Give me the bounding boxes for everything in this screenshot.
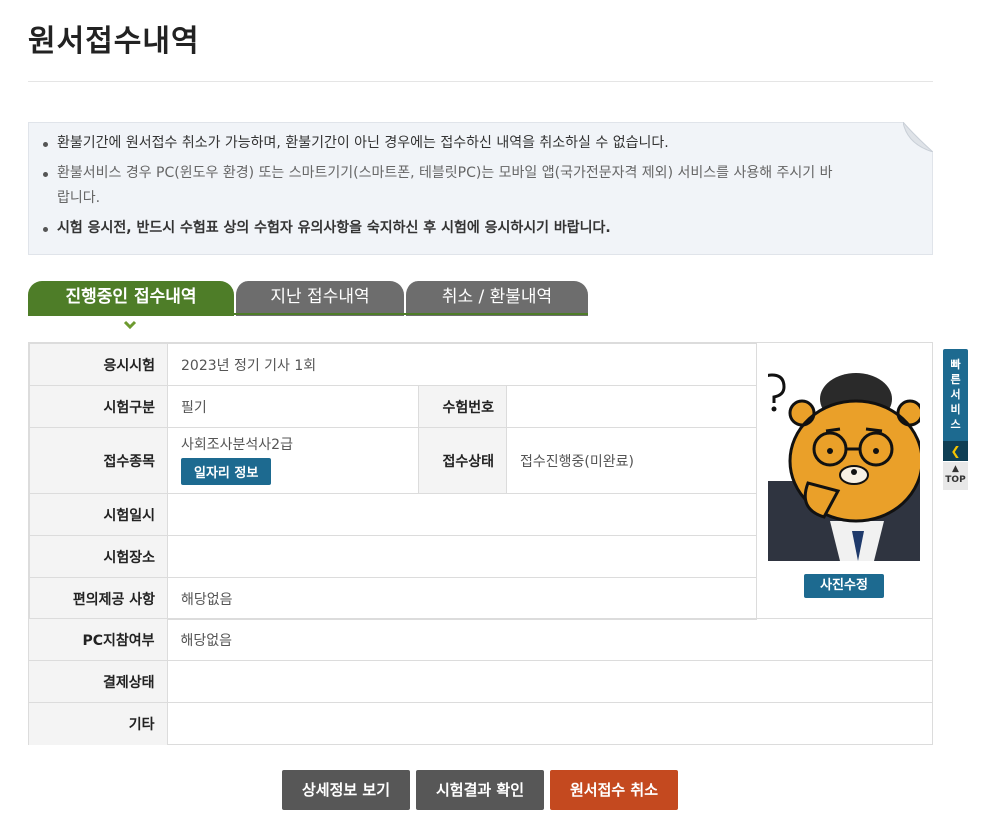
quick-service-label: 빠른서비스 xyxy=(950,358,961,431)
quick-service-button[interactable]: 빠른서비스 xyxy=(943,349,968,441)
payment-value xyxy=(167,660,932,703)
scroll-top-button[interactable]: ▲ TOP xyxy=(943,462,968,490)
job-info-button[interactable]: 일자리 정보 xyxy=(181,458,272,485)
detail-view-button[interactable]: 상세정보 보기 xyxy=(282,770,410,810)
page-title: 원서접수내역 xyxy=(28,24,200,59)
exam-place-label: 시험장소 xyxy=(29,535,168,578)
etc-label: 기타 xyxy=(29,702,168,745)
chevron-down-icon xyxy=(123,320,137,330)
status-value: 접수진행중(미완료) xyxy=(506,427,757,494)
table-row: 시험일시 xyxy=(29,493,757,536)
application-table: 응시시험 2023년 정기 기사 1회 시험구분 필기 수험번호 접수종목 사회… xyxy=(29,343,757,620)
notice-item-exam-precaution: 시험 응시전, 반드시 수험표 상의 수험자 유의사항을 숙지하신 후 시험에 … xyxy=(43,216,916,241)
etc-value xyxy=(167,702,932,745)
notice-item-refund-service: 환불서비스 경우 PC(윈도우 환경) 또는 스마트기기(스마트폰, 테블릿PC… xyxy=(43,161,833,211)
photo-panel: 사진수정 xyxy=(756,343,932,618)
table-row: 결제상태 xyxy=(29,660,932,703)
top-label: TOP xyxy=(945,475,966,485)
tab-cancel-refund[interactable]: 취소 / 환불내역 xyxy=(404,281,588,316)
exam-place-value xyxy=(167,535,757,578)
application-detail: 응시시험 2023년 정기 기사 1회 시험구분 필기 수험번호 접수종목 사회… xyxy=(28,342,933,745)
notice-item-refund-period: 환불기간에 원서접수 취소가 가능하며, 환불기간이 아닌 경우에는 접수하신 … xyxy=(43,131,916,156)
pc-label: PC지참여부 xyxy=(29,618,168,661)
pc-value: 해당없음 xyxy=(167,618,932,661)
exam-number-label: 수험번호 xyxy=(418,385,507,428)
tab-past[interactable]: 지난 접수내역 xyxy=(234,281,404,316)
exam-type-value: 필기 xyxy=(167,385,419,428)
table-row: PC지참여부 해당없음 xyxy=(29,618,932,661)
tab-in-progress[interactable]: 진행중인 접수내역 xyxy=(28,281,234,316)
table-row: 응시시험 2023년 정기 기사 1회 xyxy=(29,343,757,386)
payment-label: 결제상태 xyxy=(29,660,168,703)
quick-menu: 빠른서비스 ❮ ▲ TOP xyxy=(943,349,968,490)
table-row: 편의제공 사항 해당없음 xyxy=(29,577,757,620)
notice-box: 환불기간에 원서접수 취소가 가능하며, 환불기간이 아닌 경우에는 접수하신 … xyxy=(28,122,933,255)
tab-underline xyxy=(28,313,588,315)
applicant-photo xyxy=(768,371,920,561)
notice-list: 환불기간에 원서접수 취소가 가능하며, 환불기간이 아닌 경우에는 접수하신 … xyxy=(43,131,916,241)
title-divider xyxy=(28,81,933,82)
table-row: 기타 xyxy=(29,702,932,745)
exam-name-value: 2023년 정기 기사 1회 xyxy=(167,343,757,386)
category-label: 접수종목 xyxy=(29,427,168,494)
accommodation-value: 해당없음 xyxy=(167,577,757,620)
table-row: 접수종목 사회조사분석사2급 일자리 정보 접수상태 접수진행중(미완료) xyxy=(29,427,757,494)
chevron-left-icon[interactable]: ❮ xyxy=(943,441,968,461)
exam-type-label: 시험구분 xyxy=(29,385,168,428)
status-label: 접수상태 xyxy=(418,427,507,494)
exam-number-value xyxy=(506,385,757,428)
cancel-application-button[interactable]: 원서접수 취소 xyxy=(550,770,678,810)
table-row: 시험구분 필기 수험번호 xyxy=(29,385,757,428)
category-value: 사회조사분석사2급 xyxy=(181,437,293,453)
category-cell: 사회조사분석사2급 일자리 정보 xyxy=(167,427,419,494)
photo-edit-button[interactable]: 사진수정 xyxy=(804,574,884,598)
accommodation-label: 편의제공 사항 xyxy=(29,577,168,620)
exam-name-label: 응시시험 xyxy=(29,343,168,386)
wide-info-table: PC지참여부 해당없음 결제상태 기타 xyxy=(29,618,932,745)
exam-result-button[interactable]: 시험결과 확인 xyxy=(416,770,544,810)
triangle-up-icon: ▲ xyxy=(952,464,959,474)
table-row: 시험장소 xyxy=(29,535,757,578)
exam-date-label: 시험일시 xyxy=(29,493,168,536)
exam-date-value xyxy=(167,493,757,536)
